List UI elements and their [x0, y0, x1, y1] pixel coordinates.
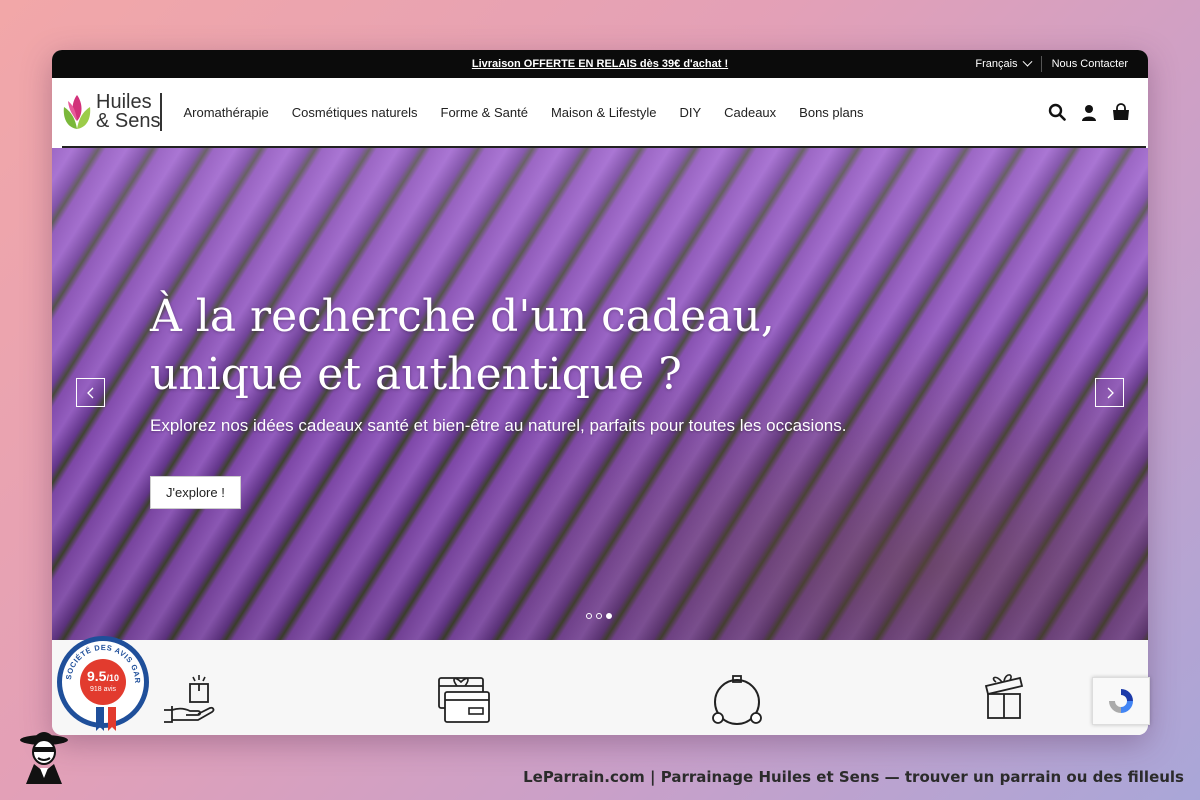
avis-garantis-badge[interactable]: SOCIÉTÉ DES AVIS GARANTIS 9.5/10 918 avi…	[57, 636, 149, 731]
leparrain-mascot-icon	[20, 732, 68, 784]
hero-title-line-1: À la recherche d'un cadeau,	[150, 291, 775, 342]
carousel-dot-2[interactable]	[596, 613, 602, 619]
hero-content: À la recherche d'un cadeau, unique et au…	[150, 288, 910, 509]
nav-item-bons-plans[interactable]: Bons plans	[799, 105, 863, 120]
leaf-logo-icon	[63, 95, 91, 129]
badge-score-value: 9.5	[87, 668, 107, 684]
main-nav: Aromathérapie Cosmétiques naturels Forme…	[184, 105, 864, 120]
hero-carousel: À la recherche d'un cadeau, unique et au…	[52, 148, 1148, 640]
ribbon-icon	[96, 707, 116, 731]
carousel-next-button[interactable]	[1095, 378, 1124, 407]
search-icon[interactable]	[1048, 103, 1066, 121]
carousel-dots	[586, 613, 612, 619]
chevron-right-icon	[1107, 387, 1114, 398]
carousel-dot-3[interactable]	[606, 613, 612, 619]
gift-card-icon	[438, 677, 490, 723]
nav-item-diy[interactable]: DIY	[679, 105, 701, 120]
logo-divider	[160, 93, 162, 131]
nav-item-forme-sante[interactable]: Forme & Santé	[441, 105, 528, 120]
site-header: Huiles & Sens Aromathérapie Cosmétiques …	[62, 78, 1146, 148]
hand-package-icon	[164, 675, 215, 723]
hero-title: À la recherche d'un cadeau, unique et au…	[150, 288, 910, 404]
header-icons	[1048, 78, 1130, 146]
recaptcha-icon	[1109, 689, 1133, 713]
shopping-bag-icon[interactable]	[1112, 103, 1130, 121]
chevron-down-icon	[1022, 56, 1033, 67]
hero-title-line-2: unique et authentique ?	[150, 349, 682, 400]
carousel-dot-1[interactable]	[586, 613, 592, 619]
explore-button[interactable]: J'explore !	[150, 476, 241, 509]
site-logo[interactable]: Huiles & Sens	[62, 90, 162, 134]
nav-item-cosmetiques[interactable]: Cosmétiques naturels	[292, 105, 418, 120]
badge-review-count: 918 avis	[89, 686, 117, 693]
logo-text: Huiles & Sens	[96, 92, 161, 132]
user-icon[interactable]	[1081, 104, 1097, 121]
contact-link[interactable]: Nous Contacter	[1042, 58, 1128, 70]
recaptcha-widget[interactable]	[1092, 677, 1150, 725]
logo-line-2: & Sens	[96, 110, 161, 132]
carousel-prev-button[interactable]	[76, 378, 105, 407]
nav-item-aromatherapie[interactable]: Aromathérapie	[184, 105, 269, 120]
essential-oil-icon	[712, 675, 762, 725]
nav-item-cadeaux[interactable]: Cadeaux	[724, 105, 776, 120]
nav-item-maison-lifestyle[interactable]: Maison & Lifestyle	[551, 105, 657, 120]
language-selector[interactable]: Français	[975, 56, 1042, 72]
browser-window: Livraison OFFERTE EN RELAIS dès 39€ d'ac…	[52, 50, 1148, 735]
chevron-left-icon	[86, 387, 93, 398]
page-caption: LeParrain.com | Parrainage Huiles et Sen…	[523, 768, 1184, 786]
top-right-links: Français Nous Contacter	[975, 50, 1128, 78]
badge-score: 9.5/10 918 avis	[80, 659, 126, 705]
badge-score-scale: /10	[106, 673, 119, 683]
features-strip	[52, 640, 1148, 735]
hero-subtitle: Explorez nos idées cadeaux santé et bien…	[150, 416, 847, 435]
top-announcement-bar: Livraison OFFERTE EN RELAIS dès 39€ d'ac…	[52, 50, 1148, 78]
language-label: Français	[975, 58, 1018, 70]
gift-box-icon	[984, 674, 1024, 719]
